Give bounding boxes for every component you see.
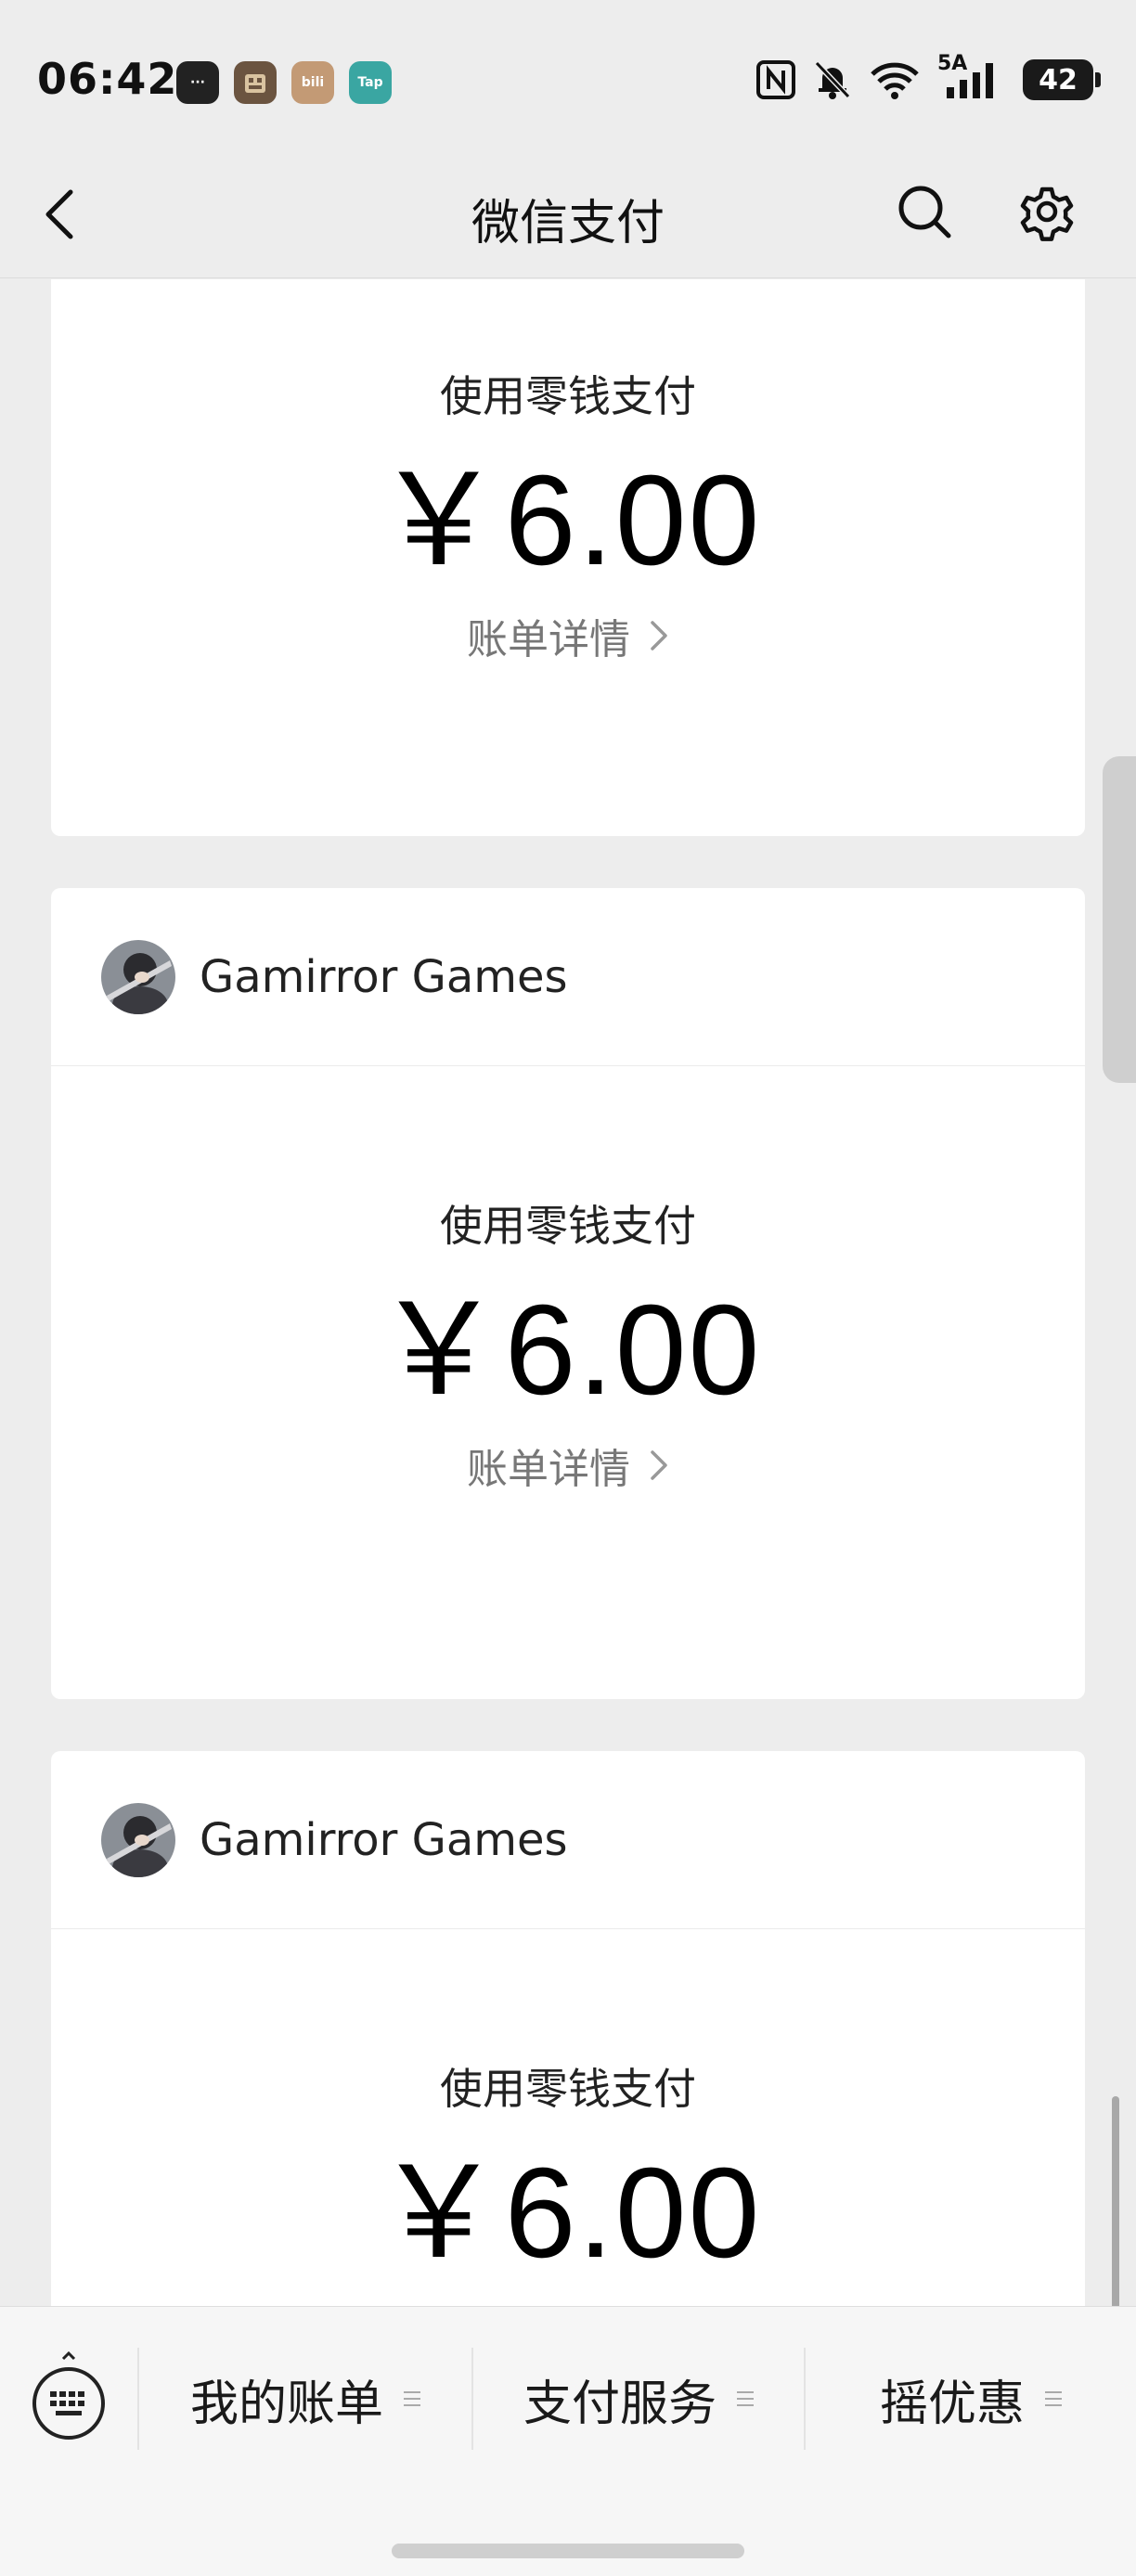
keyboard-toggle-button[interactable] — [28, 2350, 110, 2442]
menu-my-bills[interactable]: 我的账单 — [139, 2348, 471, 2450]
page-title: 微信支付 — [471, 196, 665, 251]
bill-details-link[interactable]: 账单详情 — [429, 1436, 707, 1495]
submenu-lines-icon — [404, 2391, 420, 2406]
wifi-icon — [871, 62, 919, 99]
payment-card: Gamirror Games 使用零钱支付 ￥6.00 账单详情 — [51, 888, 1085, 1699]
payment-card: Gamirror Games 使用零钱支付 ￥6.00 — [51, 1751, 1085, 2306]
menu-shake-deals[interactable]: 摇优惠 — [806, 2348, 1136, 2450]
cellular-signal: 5A — [937, 52, 1006, 100]
menu-label: 摇优惠 — [879, 2376, 1025, 2432]
transaction-feed[interactable]: 使用零钱支付 ￥6.00 账单详情 Gamirror Games 使用零钱支付 … — [0, 279, 1136, 2306]
chevron-right-icon — [651, 1450, 667, 1480]
chevron-right-icon — [651, 621, 667, 650]
home-indicator[interactable] — [392, 2544, 744, 2558]
mute-bell-icon — [814, 60, 851, 99]
bill-details-link[interactable]: 账单详情 — [429, 606, 707, 665]
payment-method: 使用零钱支付 — [440, 371, 696, 421]
status-bar: 06:42 ··· bili Tap 5A 42 — [0, 0, 1136, 148]
menu-payment-services[interactable]: 支付服务 — [473, 2348, 804, 2450]
search-button[interactable] — [889, 176, 960, 247]
submenu-lines-icon — [1045, 2391, 1062, 2406]
menu-label: 支付服务 — [523, 2376, 716, 2432]
merchant-name: Gamirror Games — [200, 950, 568, 1003]
settings-button[interactable] — [1012, 176, 1082, 247]
chevron-left-icon — [45, 189, 73, 239]
scrollbar[interactable] — [1112, 2096, 1119, 2306]
status-time: 06:42 — [37, 54, 178, 104]
nfc-icon — [756, 60, 795, 99]
game-app-icon — [234, 61, 277, 104]
battery-level: 42 — [1039, 63, 1078, 97]
payment-method: 使用零钱支付 — [440, 1201, 696, 1251]
nav-bar: 微信支付 — [0, 148, 1136, 278]
payment-amount: ￥6.00 — [374, 449, 762, 592]
taptap-icon: Tap — [349, 61, 392, 104]
notification-icons: ··· bili Tap — [176, 61, 392, 104]
merchant-avatar — [101, 939, 175, 1014]
message-app-icon: ··· — [176, 61, 219, 104]
menu-label: 我的账单 — [189, 2376, 383, 2432]
payment-card: 使用零钱支付 ￥6.00 账单详情 — [51, 279, 1085, 836]
back-button[interactable] — [41, 182, 97, 247]
search-icon — [898, 186, 951, 238]
gear-icon — [1020, 187, 1074, 241]
payment-amount: ￥6.00 — [374, 2142, 762, 2285]
submenu-lines-icon — [737, 2391, 754, 2406]
bottom-menu: 我的账单 支付服务 摇优惠 — [0, 2306, 1136, 2576]
merchant-header[interactable]: Gamirror Games — [51, 1751, 1085, 1929]
payment-method: 使用零钱支付 — [440, 2064, 696, 2114]
bilibili-icon: bili — [291, 61, 334, 104]
bill-details-label: 账单详情 — [467, 1446, 630, 1493]
payment-amount: ￥6.00 — [374, 1279, 762, 1422]
signal-bars-icon — [947, 63, 993, 98]
merchant-header[interactable]: Gamirror Games — [51, 888, 1085, 1066]
merchant-name: Gamirror Games — [200, 1813, 568, 1866]
battery-indicator: 42 — [1023, 59, 1101, 100]
bill-details-label: 账单详情 — [467, 616, 630, 663]
fast-scroll-handle[interactable] — [1103, 756, 1136, 1083]
system-icons: 5A 42 — [755, 52, 1101, 100]
merchant-avatar — [101, 1802, 175, 1877]
keyboard-icon — [32, 2351, 105, 2440]
